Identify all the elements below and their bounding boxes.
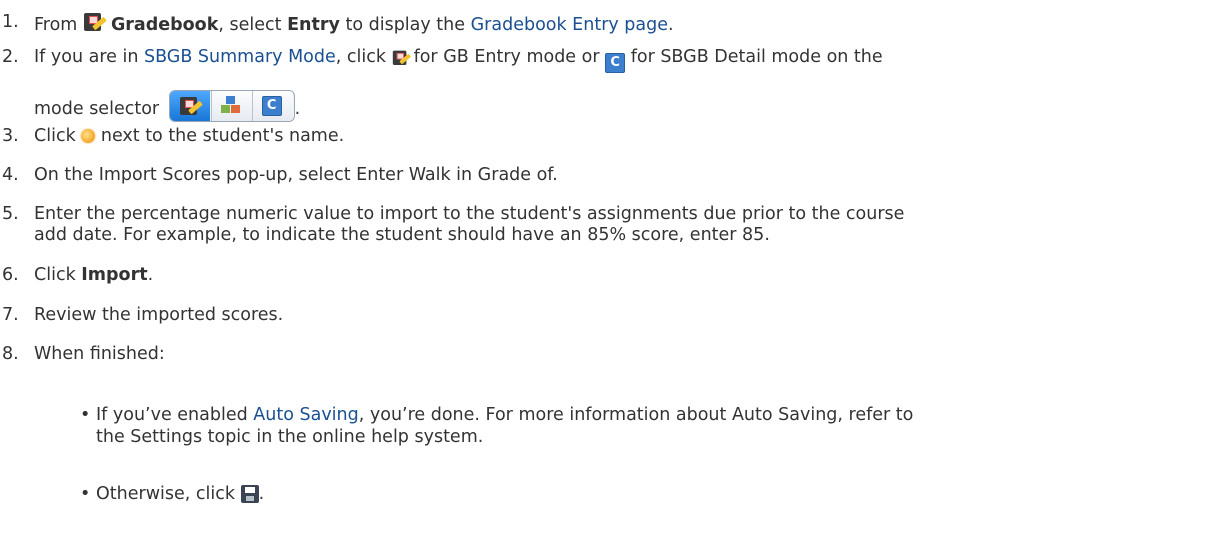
entry-label: Entry bbox=[287, 15, 340, 35]
step-text-line-2: add date. For example, to indicate the s… bbox=[34, 225, 770, 245]
step-number: 6. bbox=[2, 265, 19, 285]
step-text: When finished: bbox=[34, 344, 165, 364]
step-number: 2. bbox=[2, 47, 19, 67]
step-number: 5. bbox=[2, 204, 19, 224]
import-scores-icon bbox=[81, 129, 96, 143]
step-number: 7. bbox=[2, 305, 19, 325]
instruction-document: 1. From Gradebook, select Entry to displ… bbox=[2, 12, 914, 504]
step-number: 3. bbox=[2, 126, 19, 146]
sbgb-summary-mode-icon bbox=[220, 96, 241, 114]
auto-saving-link[interactable]: Auto Saving bbox=[253, 405, 358, 425]
sbgb-detail-mode-icon: C bbox=[261, 96, 282, 116]
bullet-dot: • bbox=[80, 405, 91, 425]
step-text: Enter the percentage numeric value to im… bbox=[34, 204, 905, 224]
save-icon bbox=[240, 485, 259, 503]
step-text: On the Import Scores pop-up, select Ente… bbox=[34, 165, 558, 185]
step-text: Review the imported scores. bbox=[34, 305, 284, 325]
gb-entry-mode-icon bbox=[392, 50, 411, 65]
import-label: Import bbox=[81, 265, 148, 285]
step-text: From Gradebook, select Entry to display … bbox=[34, 12, 674, 35]
step-number: 4. bbox=[2, 165, 19, 185]
gb-entry-mode-button[interactable] bbox=[169, 91, 210, 121]
bullet-dot: • bbox=[80, 484, 91, 504]
step-text: Click Import. bbox=[34, 265, 154, 285]
bullet-text-line-2: the Settings topic in the online help sy… bbox=[96, 427, 484, 447]
sbgb-detail-mode-button[interactable]: C bbox=[251, 91, 293, 121]
gradebook-icon bbox=[83, 12, 107, 34]
gb-entry-mode-icon bbox=[179, 96, 203, 118]
gradebook-label: Gradebook bbox=[110, 15, 219, 35]
step-number: 1. bbox=[2, 12, 19, 32]
gradebook-entry-page-link[interactable]: Gradebook Entry page bbox=[471, 15, 668, 35]
step-text: Click next to the student's name. bbox=[34, 126, 345, 146]
step-text: If you are in SBGB Summary Mode, click f… bbox=[34, 47, 883, 73]
sbgb-summary-mode-button[interactable] bbox=[210, 91, 252, 121]
step-number: 8. bbox=[2, 344, 19, 364]
mode-selector[interactable]: C bbox=[168, 90, 295, 122]
sbgb-detail-mode-icon: C bbox=[605, 53, 626, 73]
sbgb-summary-mode-link[interactable]: SBGB Summary Mode bbox=[144, 47, 336, 67]
